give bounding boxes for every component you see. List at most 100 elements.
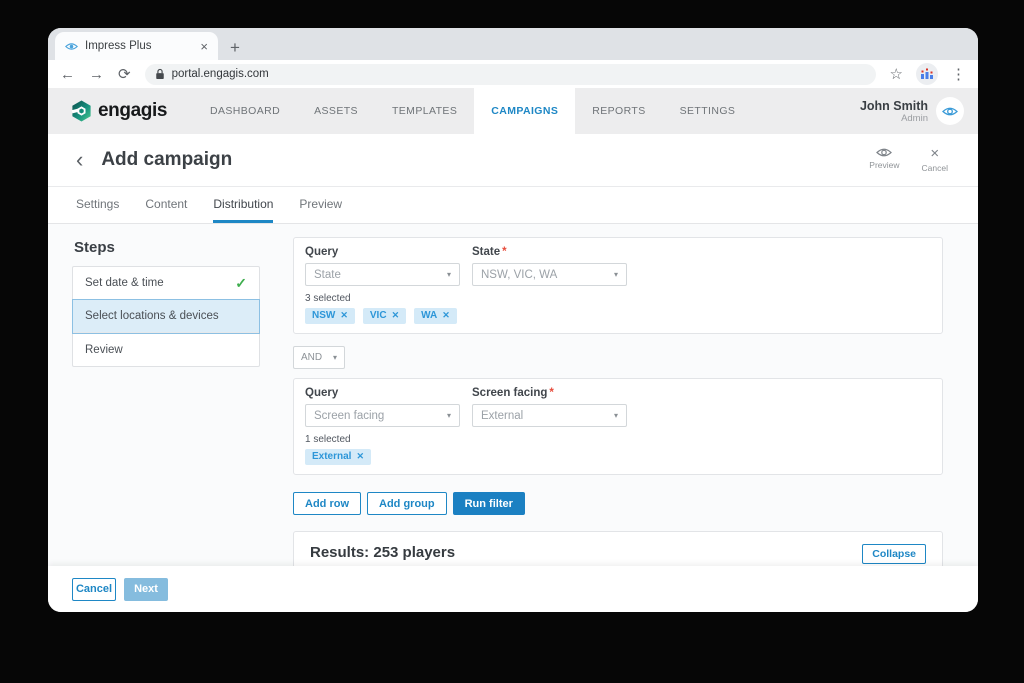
query-select-value: State	[314, 268, 341, 281]
step-review[interactable]: Review	[73, 333, 259, 366]
step-label: Select locations & devices	[85, 310, 219, 322]
url-text: portal.engagis.com	[171, 68, 269, 80]
chip-nsw[interactable]: NSW ✕	[305, 308, 355, 324]
app-navbar: engagis DASHBOARD ASSETS TEMPLATES CAMPA…	[48, 88, 978, 134]
operator-select[interactable]: AND ▾	[293, 346, 345, 369]
user-menu[interactable]: John Smith Admin	[860, 88, 964, 134]
avatar-eye-icon	[942, 107, 958, 115]
back-icon[interactable]: ←	[60, 67, 75, 82]
results-panel: Results: 253 players Collapse	[293, 531, 943, 566]
chip-remove-icon[interactable]: ✕	[340, 310, 348, 321]
steps-heading: Steps	[74, 239, 115, 256]
results-title: Results: 253 players	[310, 544, 456, 561]
campaign-tabs: Settings Content Distribution Preview	[48, 187, 978, 224]
wizard-footer: Cancel Next	[48, 566, 978, 612]
step-select-locations-devices[interactable]: Select locations & devices	[73, 300, 259, 333]
cancel-x-icon: ×	[930, 145, 940, 162]
query-label: Query	[305, 387, 339, 399]
reload-icon[interactable]: ⟳	[118, 67, 131, 82]
avatar[interactable]	[936, 97, 964, 125]
content-area: Steps Set date & time ✓ Select locations…	[48, 224, 978, 566]
tab-settings[interactable]: Settings	[76, 197, 119, 223]
screen-facing-select-value: External	[481, 409, 524, 422]
step-label: Review	[85, 343, 123, 356]
chips-row: NSW ✕ VIC ✕ WA ✕	[305, 308, 926, 324]
selected-count: 1 selected	[305, 434, 351, 445]
forward-icon[interactable]: →	[89, 67, 104, 82]
state-label: State *	[472, 246, 507, 258]
preview-eye-icon	[876, 148, 893, 157]
nav-item-reports[interactable]: REPORTS	[575, 88, 662, 134]
extension-chart-glyph	[921, 68, 933, 79]
collapse-button[interactable]: Collapse	[862, 544, 926, 564]
bookmark-star-icon[interactable]: ☆	[890, 67, 903, 82]
extension-icon[interactable]	[916, 63, 938, 85]
cancel-button[interactable]: Cancel	[72, 577, 116, 601]
chevron-down-icon: ▾	[613, 411, 618, 420]
chip-remove-icon[interactable]: ✕	[356, 451, 364, 462]
filter-row-1: Query State ▾ State * NSW, VIC, WA ▾ 3 s…	[293, 237, 943, 334]
browser-tab-strip: Impress Plus × +	[48, 28, 978, 60]
cancel-button-header[interactable]: × Cancel	[921, 145, 948, 173]
nav-item-templates[interactable]: TEMPLATES	[375, 88, 474, 134]
run-filter-button[interactable]: Run filter	[452, 492, 525, 515]
query-select[interactable]: State ▾	[305, 263, 460, 286]
nav-item-dashboard[interactable]: DASHBOARD	[193, 88, 297, 134]
tab-close-icon[interactable]: ×	[200, 39, 208, 54]
query-label: Query	[305, 246, 339, 258]
tab-preview[interactable]: Preview	[299, 197, 342, 223]
engagis-logo[interactable]: engagis	[70, 88, 167, 134]
state-select[interactable]: NSW, VIC, WA ▾	[472, 263, 627, 286]
cancel-label: Cancel	[921, 163, 948, 173]
screen-facing-label: Screen facing *	[472, 387, 554, 399]
chevron-down-icon: ▾	[446, 411, 451, 420]
nav-item-settings[interactable]: SETTINGS	[663, 88, 753, 134]
add-row-button[interactable]: Add row	[293, 492, 361, 515]
tab-title: Impress Plus	[85, 40, 152, 52]
chevron-down-icon: ▾	[446, 270, 451, 279]
back-chevron-icon[interactable]: ‹	[76, 149, 83, 171]
step-label: Set date & time	[85, 277, 164, 289]
engagis-logo-icon	[71, 100, 91, 122]
user-role: Admin	[901, 112, 928, 124]
chip-external[interactable]: External ✕	[305, 449, 372, 465]
chips-row: External ✕	[305, 449, 926, 465]
new-tab-icon[interactable]: +	[230, 39, 240, 56]
next-button[interactable]: Next	[124, 577, 168, 601]
filter-actions: Add row Add group Run filter	[293, 492, 943, 515]
tab-content[interactable]: Content	[145, 197, 187, 223]
chip-vic[interactable]: VIC ✕	[362, 308, 407, 324]
state-select-value: NSW, VIC, WA	[481, 268, 558, 281]
chevron-down-icon: ▾	[613, 270, 618, 279]
chip-remove-icon[interactable]: ✕	[392, 310, 400, 321]
query-select-2-value: Screen facing	[314, 409, 385, 422]
user-name: John Smith	[859, 98, 928, 113]
screen-facing-select[interactable]: External ▾	[472, 404, 627, 427]
preview-button[interactable]: Preview	[869, 147, 900, 173]
query-select-2[interactable]: Screen facing ▾	[305, 404, 460, 427]
tab-distribution[interactable]: Distribution	[213, 197, 274, 223]
address-bar: ← → ⟳ portal.engagis.com ☆ ⋮	[48, 60, 978, 88]
nav-item-campaigns[interactable]: CAMPAIGNS	[474, 88, 576, 134]
add-group-button[interactable]: Add group	[367, 492, 447, 515]
lock-icon	[155, 68, 164, 79]
preview-label: Preview	[869, 160, 900, 170]
logo-text: engagis	[98, 100, 167, 121]
chip-wa[interactable]: WA ✕	[414, 308, 457, 324]
nav-item-assets[interactable]: ASSETS	[297, 88, 375, 134]
steps-list: Set date & time ✓ Select locations & dev…	[72, 266, 260, 367]
step-check-icon: ✓	[235, 274, 247, 291]
browser-menu-icon[interactable]: ⋮	[951, 67, 966, 82]
browser-tab[interactable]: Impress Plus ×	[55, 32, 218, 60]
url-field[interactable]: portal.engagis.com	[144, 63, 876, 85]
page-title: Add campaign	[101, 149, 233, 170]
selected-count: 3 selected	[305, 293, 351, 304]
page-header: ‹ Add campaign Preview × Cancel	[48, 134, 978, 187]
filter-row-2: Query Screen facing ▾ Screen facing * Ext…	[293, 378, 943, 475]
step-set-date-time[interactable]: Set date & time ✓	[73, 267, 259, 300]
steps-sidebar: Steps Set date & time ✓ Select locations…	[72, 237, 260, 566]
chip-remove-icon[interactable]: ✕	[442, 310, 450, 321]
browser-window: Impress Plus × + ← → ⟳ portal.engagis.co…	[48, 28, 978, 612]
eye-favicon-icon	[65, 42, 78, 50]
chevron-down-icon: ▾	[332, 353, 337, 362]
